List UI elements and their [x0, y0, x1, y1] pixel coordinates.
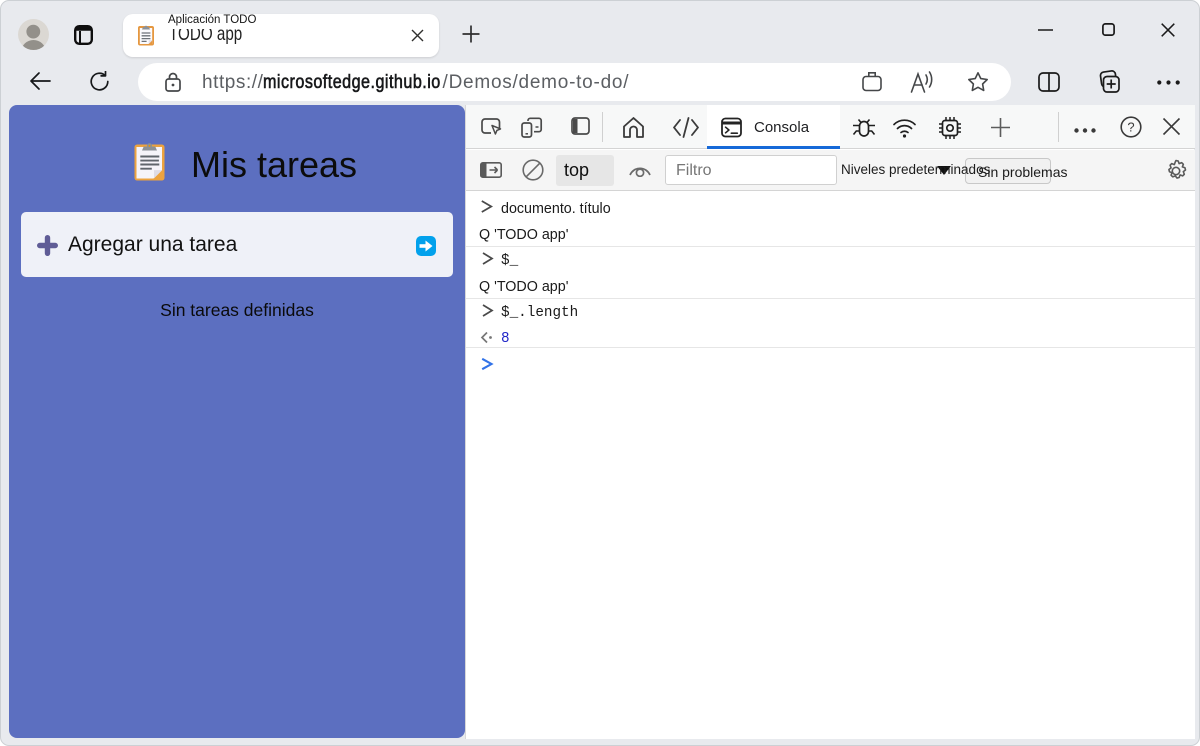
svg-text:?: ? [1127, 119, 1134, 134]
